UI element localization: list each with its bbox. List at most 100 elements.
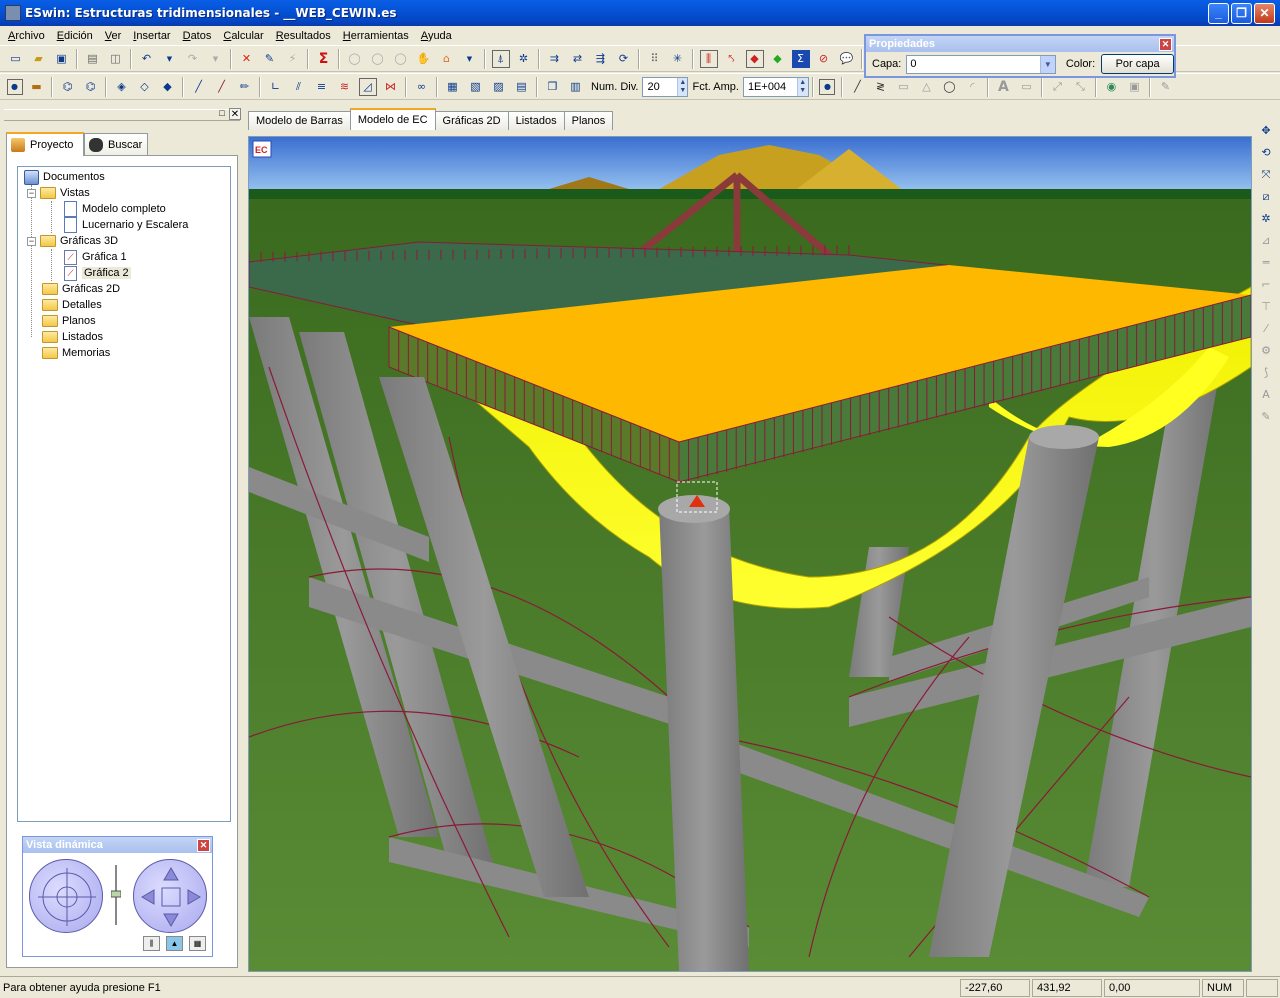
pan-hand-icon[interactable]: ✋ bbox=[415, 50, 433, 68]
print-preview-icon[interactable]: ◫ bbox=[107, 50, 125, 68]
tree-item-grafica-2[interactable]: ⟋ Gráfica 2 bbox=[64, 265, 131, 281]
color-button[interactable]: Por capa bbox=[1101, 54, 1174, 74]
tab-graficas-2d[interactable]: Gráficas 2D bbox=[434, 111, 509, 130]
menu-herramientas[interactable]: Herramientas bbox=[337, 30, 415, 42]
node-add-icon[interactable]: ⌬ bbox=[59, 78, 77, 96]
array-icon[interactable]: ✲ bbox=[1257, 210, 1275, 228]
shear-icon[interactable]: ⫽ bbox=[290, 78, 308, 96]
properties-header[interactable]: Propiedades ✕ bbox=[866, 36, 1174, 52]
refresh-icon[interactable]: ⟳ bbox=[615, 50, 633, 68]
close-pane-icon[interactable]: ✕ bbox=[229, 108, 241, 120]
sigma-result-icon[interactable]: Σ bbox=[791, 49, 810, 68]
menu-resultados[interactable]: Resultados bbox=[270, 30, 337, 42]
perspective-icon[interactable]: ⫼ bbox=[143, 936, 160, 951]
text-edit-icon[interactable]: A bbox=[1257, 386, 1275, 404]
sum-icon[interactable]: Σ bbox=[315, 50, 333, 68]
new-file-icon[interactable]: ▭ bbox=[7, 50, 25, 68]
structure-icon[interactable]: ⍋ bbox=[491, 49, 510, 68]
zoom-in-icon[interactable]: ◯ bbox=[369, 50, 387, 68]
close-icon[interactable]: ✕ bbox=[197, 838, 210, 852]
dimension-icon[interactable]: ▭ bbox=[1017, 78, 1035, 96]
settings-round-icon[interactable]: ◉ bbox=[1102, 78, 1120, 96]
fct-amp-value[interactable]: 1E+004 bbox=[744, 81, 797, 93]
cube-icon[interactable]: ◈ bbox=[113, 78, 131, 96]
fillet-icon[interactable]: ⚙ bbox=[1257, 342, 1275, 360]
edit-icon[interactable]: ✎ bbox=[261, 50, 279, 68]
pen-icon[interactable]: ✎ bbox=[1156, 78, 1174, 96]
grid-icon[interactable]: ▦ bbox=[189, 936, 206, 951]
3d-viewport[interactable]: EC bbox=[248, 136, 1252, 972]
mirror-icon[interactable]: ⧄ bbox=[1257, 188, 1275, 206]
triangle-icon[interactable]: △ bbox=[917, 78, 935, 96]
zoom-icon[interactable]: ◯ bbox=[346, 50, 364, 68]
join-icon[interactable]: ⟆ bbox=[1257, 364, 1275, 382]
tab-modelo-ec[interactable]: Modelo de EC bbox=[349, 108, 436, 130]
comment-icon[interactable]: 💬 bbox=[838, 50, 856, 68]
diagram-icon[interactable]: ◿ bbox=[358, 77, 377, 96]
offset-icon[interactable]: ═ bbox=[1257, 254, 1275, 272]
menu-calcular[interactable]: Calcular bbox=[217, 30, 269, 42]
rectangle-icon[interactable]: ▭ bbox=[894, 78, 912, 96]
dots-grid-icon[interactable]: ⠿ bbox=[646, 50, 664, 68]
break-icon[interactable]: ⁄ bbox=[1257, 320, 1275, 338]
symmetry-icon[interactable]: ⊿ bbox=[1257, 232, 1275, 250]
pencil-line-icon[interactable]: ✏ bbox=[236, 78, 254, 96]
book-icon[interactable]: ▬ bbox=[28, 78, 46, 96]
menu-insertar[interactable]: Insertar bbox=[127, 30, 176, 42]
spinner-arrows-icon[interactable]: ▲ ▼ bbox=[677, 77, 688, 96]
arc-icon[interactable]: ◜ bbox=[963, 78, 981, 96]
close-icon[interactable]: ✕ bbox=[1159, 37, 1172, 51]
redo-dropdown-icon[interactable]: ▼ bbox=[207, 50, 225, 68]
landscape-icon[interactable]: ▲ bbox=[166, 936, 183, 951]
menu-edicion[interactable]: Edición bbox=[51, 30, 99, 42]
select-point-icon[interactable]: ● bbox=[6, 78, 23, 95]
zoom-slider[interactable] bbox=[110, 863, 122, 927]
delete-icon[interactable]: ✕ bbox=[238, 50, 256, 68]
measure-icon[interactable]: ⤢ bbox=[1048, 78, 1066, 96]
rotate-icon[interactable]: ⟲ bbox=[1257, 144, 1275, 162]
maximize-button[interactable]: ❐ bbox=[1231, 2, 1252, 24]
tree-item-listados[interactable]: Listados bbox=[42, 329, 103, 345]
chevron-down-icon[interactable]: ▼ bbox=[1039, 55, 1055, 73]
tree-item-graficas-2d[interactable]: Gráficas 2D bbox=[42, 281, 120, 297]
text-icon[interactable]: A bbox=[994, 78, 1012, 96]
node-link-icon[interactable]: ⌬ bbox=[82, 78, 100, 96]
capa-select[interactable]: 0 ▼ bbox=[906, 54, 1056, 74]
magic-icon[interactable]: ⚡ bbox=[284, 50, 302, 68]
num-div-value[interactable]: 20 bbox=[643, 81, 677, 93]
restore-icon[interactable]: □ bbox=[217, 109, 227, 119]
glasses-icon[interactable]: ∞ bbox=[413, 78, 431, 96]
color-drop-icon[interactable]: ◆ bbox=[769, 50, 787, 68]
undo-icon[interactable]: ↶ bbox=[138, 50, 156, 68]
pan-dial[interactable] bbox=[133, 859, 207, 933]
menu-ver[interactable]: Ver bbox=[99, 30, 128, 42]
save-icon[interactable]: ▣ bbox=[53, 50, 71, 68]
arrow-forward-icon[interactable]: ⇉ bbox=[546, 50, 564, 68]
tab-proyecto[interactable]: Proyecto bbox=[6, 132, 84, 156]
doc-export-icon[interactable]: ▥ bbox=[567, 78, 585, 96]
doc-graph-icon[interactable]: ▧ bbox=[467, 78, 485, 96]
trim-icon[interactable]: ⊤ bbox=[1257, 298, 1275, 316]
redo-icon[interactable]: ↷ bbox=[184, 50, 202, 68]
tree-item-lucernario[interactable]: Lucernario y Escalera bbox=[64, 217, 188, 233]
diamond-icon[interactable]: ◆ bbox=[745, 49, 764, 68]
num-div-spinner[interactable]: 20 ▲ ▼ bbox=[642, 76, 689, 97]
lines-icon[interactable]: ≡ bbox=[313, 78, 331, 96]
structure-render[interactable]: EC bbox=[249, 137, 1251, 971]
grid-arrows-icon[interactable]: ⇶ bbox=[592, 50, 610, 68]
truss-icon[interactable]: ⋈ bbox=[382, 78, 400, 96]
tree-item-memorias[interactable]: Memorias bbox=[42, 345, 110, 361]
view-home-icon[interactable]: ⌂ bbox=[438, 50, 456, 68]
measure-angle-icon[interactable]: ⤡ bbox=[1071, 78, 1089, 96]
zoom-out-icon[interactable]: ◯ bbox=[392, 50, 410, 68]
cube-solid-icon[interactable]: ◆ bbox=[159, 78, 177, 96]
tree-item-graficas-3d[interactable]: − Gráficas 3D bbox=[27, 233, 118, 249]
scale-icon[interactable]: ⤧ bbox=[1257, 166, 1275, 184]
menu-datos[interactable]: Datos bbox=[177, 30, 218, 42]
extend-icon[interactable]: ⌐ bbox=[1257, 276, 1275, 294]
tree-item-modelo-completo[interactable]: Modelo completo bbox=[64, 201, 166, 217]
snap-point-icon[interactable]: ● bbox=[819, 78, 836, 95]
tab-listados[interactable]: Listados bbox=[507, 111, 565, 130]
menu-archivo[interactable]: Archivo bbox=[2, 30, 51, 42]
angle-icon[interactable]: ∟ bbox=[267, 78, 285, 96]
